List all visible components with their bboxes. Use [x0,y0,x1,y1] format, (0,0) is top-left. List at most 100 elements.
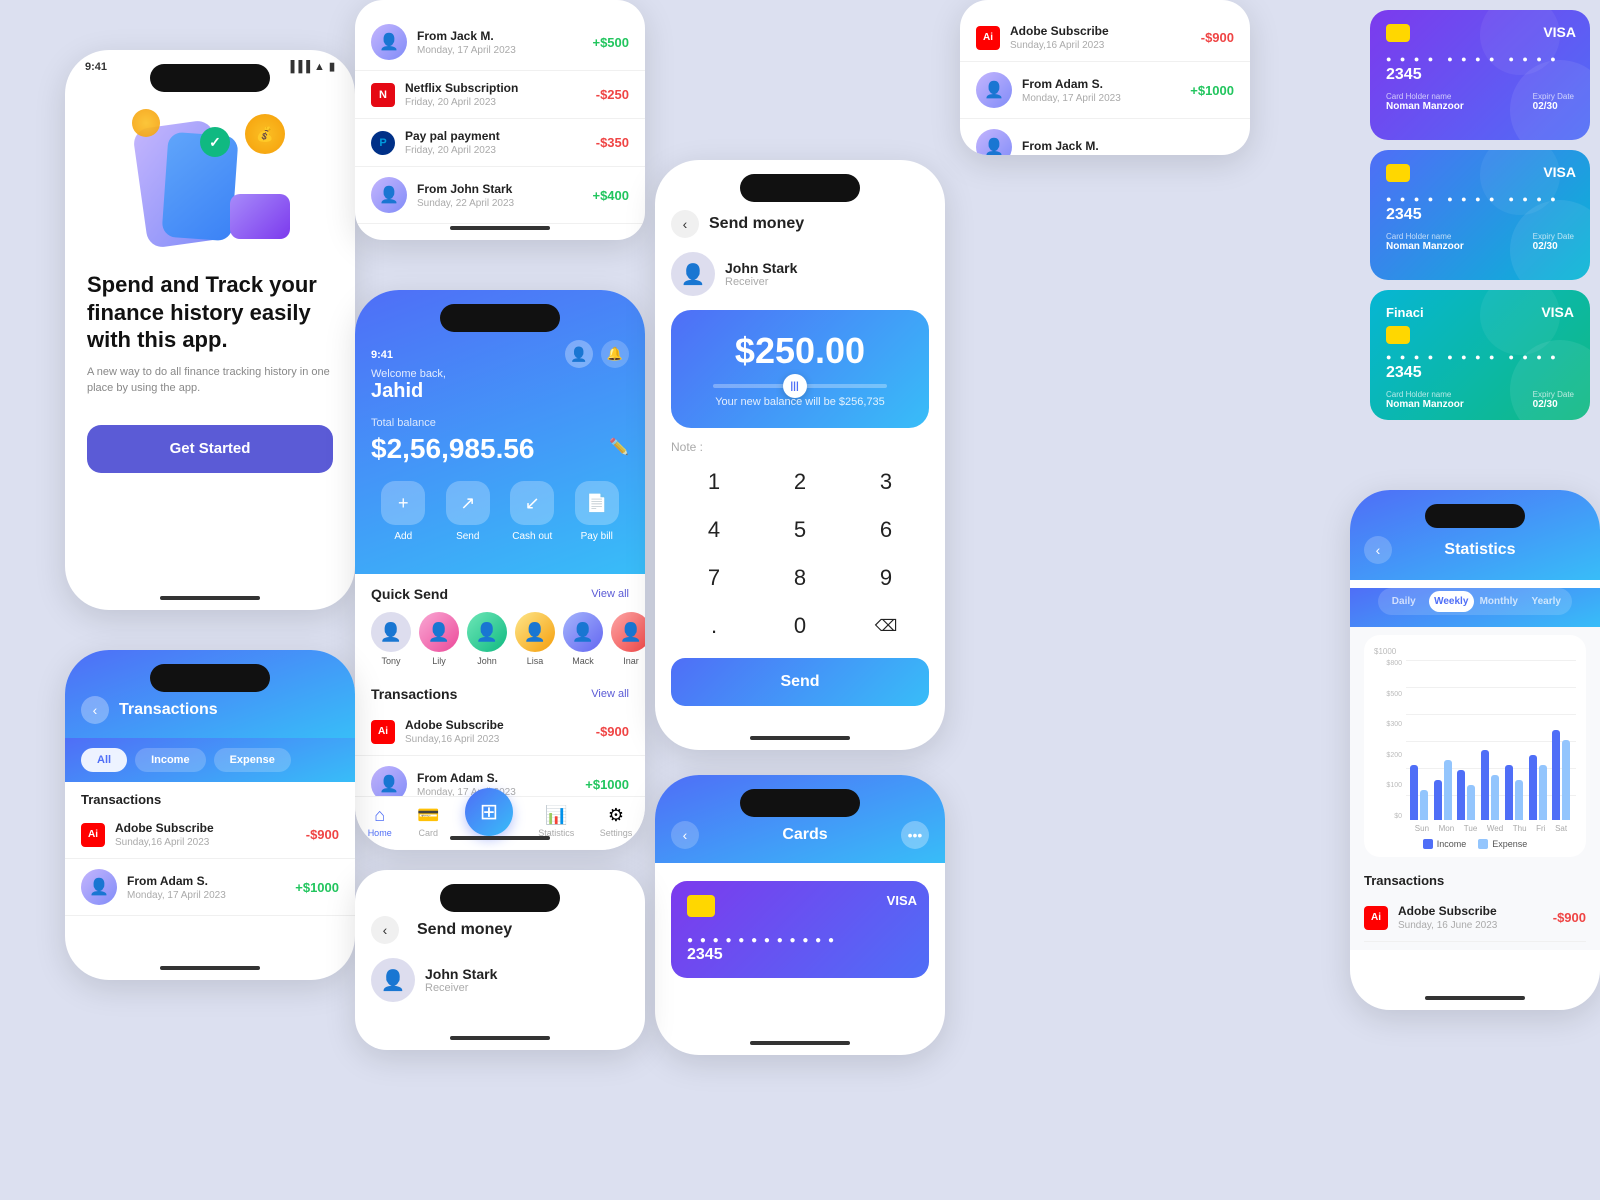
bottom-nav: ⌂ Home 💳 Card ⊞ 📊 Statistics ⚙ Settings [355,796,645,850]
tx-avatar-adam: 👤 [976,72,1012,108]
action-paybill[interactable]: 📄 Pay bill [575,481,619,542]
phone-transactions: ‹ Transactions All Income Expense Transa… [65,650,355,980]
tx-info: Adobe Subscribe Sunday,16 April 2023 [405,718,596,745]
amount-slider[interactable]: ||| [713,384,887,388]
nav-settings[interactable]: ⚙ Settings [600,805,633,838]
qs-tony[interactable]: 👤 Tony [371,612,411,666]
tx-info: Netflix Subscription Friday, 20 April 20… [405,81,596,108]
send-icon: ↗ [446,481,490,525]
tx-item-paypal: P Pay pal payment Friday, 20 April 2023 … [355,119,645,167]
nav-home[interactable]: ⌂ Home [368,805,392,838]
filter-all[interactable]: All [81,748,127,772]
home-indicator [1425,996,1525,1000]
tx-name: From Adam S. [1022,77,1190,91]
back-button[interactable]: ‹ [371,916,399,944]
key-dot[interactable]: . [671,602,757,650]
cards-column: VISA ● ● ● ● ● ● ● ● ● ● ● ● 2345 Card H… [1360,0,1600,430]
bell-icon[interactable]: 🔔 [601,340,629,368]
get-started-button[interactable]: Get Started [87,425,333,473]
chart-bars [1406,660,1576,820]
tx-name: Adobe Subscribe [405,718,596,732]
back-button[interactable]: ‹ [1364,536,1392,564]
home-indicator [750,1041,850,1045]
y-label-1000: $1000 [1374,647,1576,656]
card-last4: 2345 [687,946,913,964]
notch [440,884,560,912]
more-button[interactable]: ••• [901,821,929,849]
legend-expense: Expense [1478,839,1527,849]
nav-card[interactable]: 💳 Card [417,805,439,838]
tx-item-adobe-detail: Ai Adobe Subscribe Sunday,16 April 2023 … [960,14,1250,62]
y-300: $300 [1374,721,1402,728]
filter-income[interactable]: Income [135,748,206,772]
tx-amount: +$1000 [585,777,629,792]
cards-title: Cards [782,826,827,844]
illus-coin2 [132,109,160,137]
key-2[interactable]: 2 [757,458,843,506]
qs-mack[interactable]: 👤 Mack [563,612,603,666]
qs-lisa[interactable]: 👤 Lisa [515,612,555,666]
tx-date: Monday, 17 April 2023 [417,45,592,56]
receiver-label: Receiver [725,276,797,288]
tab-weekly[interactable]: Weekly [1429,591,1475,612]
key-4[interactable]: 4 [671,506,757,554]
back-button[interactable]: ‹ [671,210,699,238]
back-button[interactable]: ‹ [81,696,109,724]
key-0[interactable]: 0 [757,602,843,650]
bar-sun-income [1410,765,1418,820]
tx-amount: -$900 [306,827,339,842]
key-7[interactable]: 7 [671,554,757,602]
qs-john[interactable]: 👤 John [467,612,507,666]
phone-cards: ‹ Cards ••• VISA ● ● ● ● ● ● ● ● ● ● ● ●… [655,775,945,1055]
quick-send-view-all[interactable]: View all [591,588,629,600]
stats-title: Statistics [1402,541,1558,559]
action-cashout[interactable]: ↙ Cash out [510,481,554,542]
edit-icon[interactable]: ✏️ [609,437,629,457]
chip-icon [1386,164,1410,182]
qs-avatar-tony: 👤 [371,612,411,652]
action-send[interactable]: ↗ Send [446,481,490,542]
tx-item-johnstark: 👤 From John Stark Sunday, 22 April 2023 … [355,167,645,224]
send-button[interactable]: Send [671,658,929,706]
qs-avatar-inar: 👤 [611,612,645,652]
home-header: 9:41 👤 🔔 Welcome back, Jahid Total balan… [355,290,645,574]
tx-avatar-adobe: Ai [371,720,395,744]
key-6[interactable]: 6 [843,506,929,554]
nav-label-home: Home [368,828,392,838]
key-3[interactable]: 3 [843,458,929,506]
finaci-logo: Finaci [1386,305,1424,320]
tx-view-all[interactable]: View all [591,688,629,700]
qs-lily[interactable]: 👤 Lily [419,612,459,666]
home-indicator [450,226,550,230]
tab-daily[interactable]: Daily [1381,591,1427,612]
card-dots: ● ● ● ● ● ● ● ● ● ● ● ● [687,935,913,946]
phone-statistics: ‹ Statistics Daily Weekly Monthly Yearly… [1350,490,1600,1010]
qs-inar[interactable]: 👤 Inar [611,612,645,666]
period-tabs: Daily Weekly Monthly Yearly [1378,588,1572,615]
key-backspace[interactable]: ⌫ [843,602,929,650]
y-500: $500 [1374,691,1402,698]
illus-coin: 💰 [245,114,285,154]
nav-statistics[interactable]: 📊 Statistics [538,805,574,838]
tx-amount: +$1000 [295,880,339,895]
bar-sat-expense [1562,740,1570,820]
key-9[interactable]: 9 [843,554,929,602]
nav-scan[interactable]: ⊞ [465,788,513,836]
bar-wed-expense [1491,775,1499,820]
key-8[interactable]: 8 [757,554,843,602]
key-5[interactable]: 5 [757,506,843,554]
numpad: 1 2 3 4 5 6 7 8 9 . 0 ⌫ [671,458,929,650]
action-add[interactable]: + Add [381,481,425,542]
back-button[interactable]: ‹ [671,821,699,849]
illus-check: ✓ [200,127,230,157]
tx-amount: +$400 [592,188,629,203]
key-1[interactable]: 1 [671,458,757,506]
tab-yearly[interactable]: Yearly [1524,591,1570,612]
holder-label: Card Holder name [1386,92,1464,101]
phone-tx-detail: Ai Adobe Subscribe Sunday,16 April 2023 … [960,0,1250,155]
tx-name: Netflix Subscription [405,81,596,95]
filter-expense[interactable]: Expense [214,748,291,772]
mini-card: VISA ● ● ● ● ● ● ● ● ● ● ● ● 2345 [671,881,929,978]
tab-monthly[interactable]: Monthly [1476,591,1522,612]
note-label: Note : [655,428,945,458]
